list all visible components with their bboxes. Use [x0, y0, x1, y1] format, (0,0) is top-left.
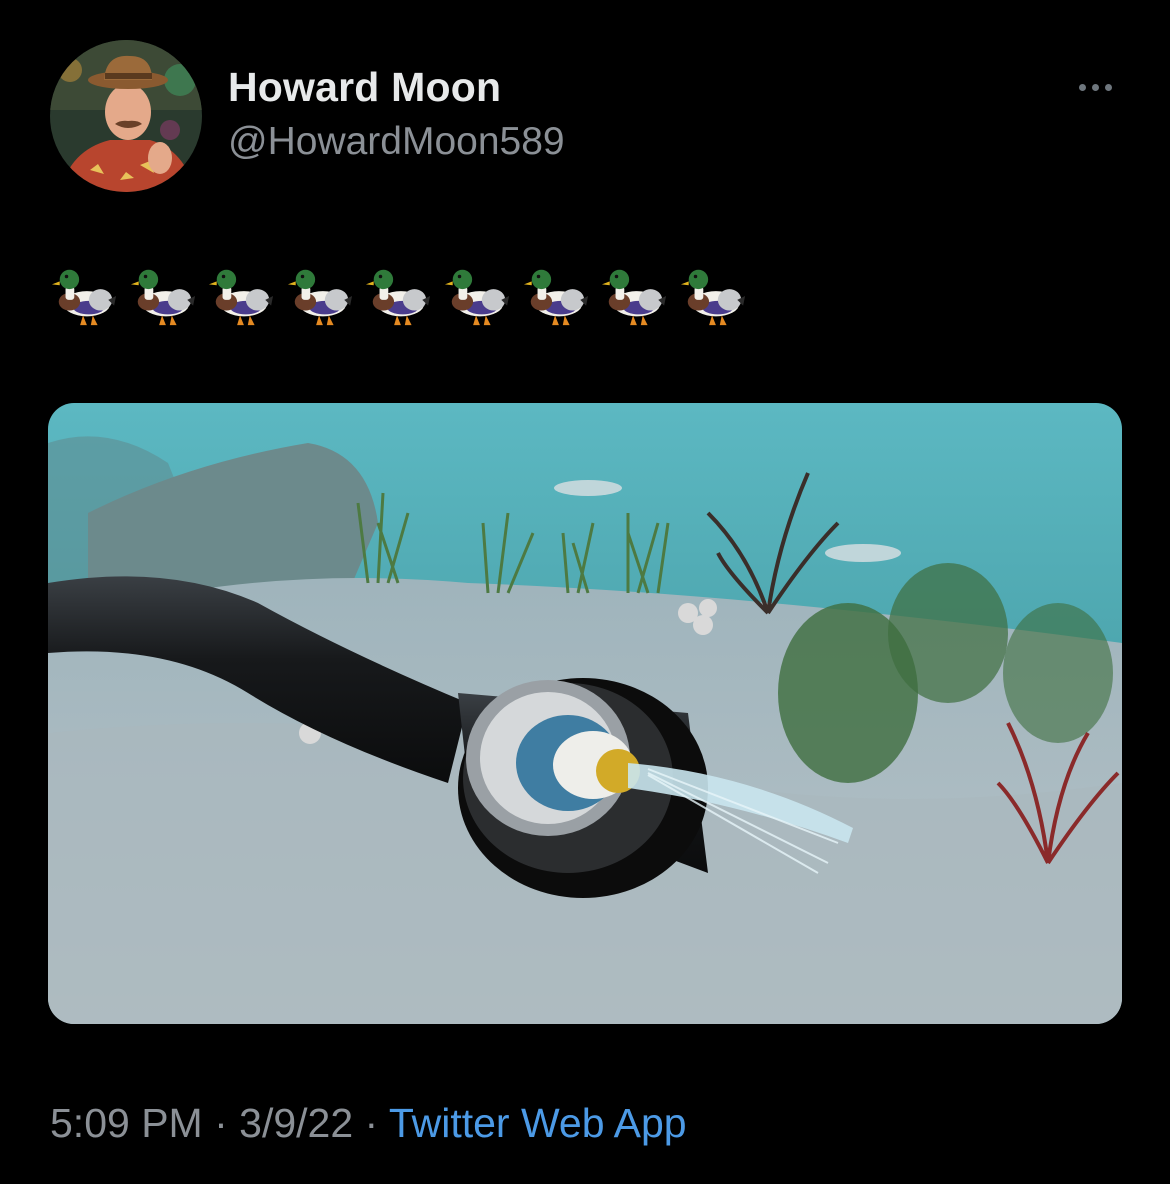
mallard-duck-emoji-icon — [287, 269, 352, 326]
mallard-duck-emoji-icon — [602, 269, 667, 326]
tweet-text — [50, 260, 757, 332]
tweet-source-link[interactable]: Twitter Web App — [389, 1100, 687, 1146]
tweet-date[interactable]: 3/9/22 — [239, 1100, 353, 1146]
author-display-name[interactable]: Howard Moon — [228, 64, 501, 111]
mallard-duck-emoji-icon — [51, 269, 117, 326]
more-options-button[interactable] — [1070, 70, 1120, 104]
more-dot — [1091, 83, 1099, 91]
meta-separator: · — [353, 1100, 389, 1146]
more-dot — [1104, 83, 1112, 91]
avatar-image — [50, 40, 202, 192]
more-horizontal-icon — [1078, 83, 1086, 91]
mallard-duck-emoji-icon — [130, 269, 195, 326]
undersea-cable-illustration — [48, 403, 1122, 1024]
author-handle[interactable]: @HowardMoon589 — [228, 120, 565, 164]
meta-separator: · — [202, 1100, 240, 1146]
tweet-time[interactable]: 5:09 PM — [50, 1100, 203, 1146]
mallard-duck-emoji-icon — [444, 269, 510, 326]
mallard-duck-emoji-icon — [209, 269, 274, 326]
mallard-duck-emoji-icon — [366, 269, 431, 326]
tweet-meta: 5:09 PM · 3/9/22 · Twitter Web App — [50, 1100, 687, 1147]
mallard-duck-emoji-icon — [523, 269, 588, 326]
mallard-duck-emoji-icon — [680, 269, 745, 326]
tweet-media-image[interactable] — [48, 403, 1122, 1024]
avatar[interactable] — [50, 40, 202, 192]
